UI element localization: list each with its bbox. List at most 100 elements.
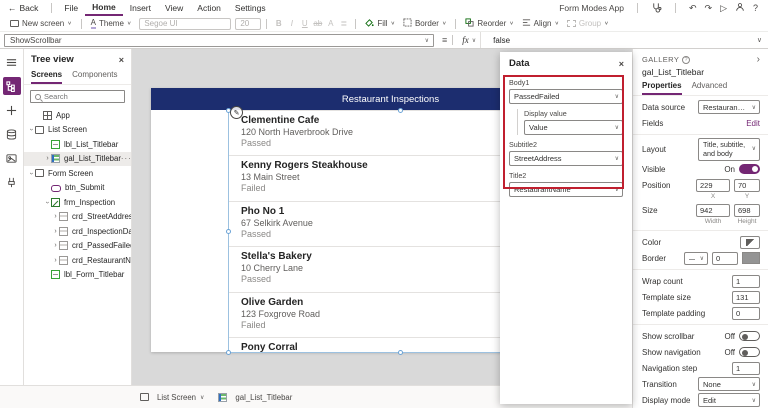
template-padding-input[interactable]: 0: [732, 306, 760, 320]
expander-icon[interactable]: [52, 242, 59, 249]
expander-icon[interactable]: [44, 155, 51, 162]
tree-tab[interactable]: Components: [72, 68, 117, 84]
bold-button[interactable]: B: [272, 19, 285, 28]
hamburger-icon[interactable]: [3, 53, 21, 71]
search-input[interactable]: [44, 92, 114, 101]
field-dropdown[interactable]: Value: [524, 120, 623, 135]
tree-row[interactable]: crd_RestaurantName: [24, 253, 131, 268]
menu-item[interactable]: Settings: [228, 1, 273, 16]
tree-row[interactable]: List Screen: [24, 123, 131, 138]
share-person-icon[interactable]: [735, 2, 745, 14]
tree-row[interactable]: crd_PassedFailed: [24, 239, 131, 254]
data-icon[interactable]: [3, 125, 21, 143]
size-width-input[interactable]: 942: [696, 203, 730, 217]
italic-button[interactable]: I: [285, 19, 298, 28]
border-button[interactable]: Border ∨: [399, 17, 450, 31]
field-dropdown[interactable]: PassedFailed: [509, 89, 623, 104]
help-icon[interactable]: ?: [753, 3, 758, 13]
selection-handle[interactable]: [226, 350, 231, 355]
show-navigation-toggle[interactable]: [739, 347, 760, 357]
border-color-swatch[interactable]: [742, 252, 760, 264]
app-checker-icon[interactable]: [651, 2, 662, 15]
tree-close-icon[interactable]: ×: [119, 55, 124, 65]
group-button[interactable]: Group ∨: [563, 17, 613, 31]
expander-icon[interactable]: [52, 257, 59, 264]
font-size-input[interactable]: 20: [235, 17, 262, 30]
info-icon[interactable]: ?: [682, 55, 691, 64]
tree-row[interactable]: lbl_List_Titlebar: [24, 137, 131, 152]
border-width-input[interactable]: 0: [712, 251, 738, 265]
fields-edit-link[interactable]: Edit: [746, 119, 760, 128]
formula-expand-icon[interactable]: ∨: [757, 36, 762, 44]
tree-row[interactable]: crd_InspectionDate: [24, 224, 131, 239]
panel-tab[interactable]: Properties: [642, 80, 682, 95]
undo-icon[interactable]: ↶: [689, 3, 697, 14]
position-y-input[interactable]: 70: [734, 178, 760, 192]
menu-item[interactable]: View: [158, 1, 190, 16]
media-icon[interactable]: [3, 149, 21, 167]
insert-icon[interactable]: [3, 101, 21, 119]
advanced-tools-icon[interactable]: [3, 173, 21, 191]
reorder-button[interactable]: Reorder ∨: [461, 17, 517, 31]
tree-row[interactable]: frm_Inspection: [24, 195, 131, 210]
field-dropdown[interactable]: StreetAddress: [509, 151, 623, 166]
edit-pencil-icon[interactable]: ✎: [230, 106, 243, 119]
formula-menu-icon[interactable]: ≡: [442, 35, 447, 45]
selection-handle[interactable]: [398, 350, 403, 355]
menu-item[interactable]: Home: [85, 1, 123, 16]
position-x-input[interactable]: 229: [696, 178, 730, 192]
selection-handle[interactable]: [398, 108, 403, 113]
panel-tab[interactable]: Advanced: [692, 80, 728, 95]
fx-button[interactable]: fx ∨: [458, 32, 482, 48]
size-height-input[interactable]: 698: [734, 203, 760, 217]
tree-search-box[interactable]: [30, 90, 125, 103]
back-button[interactable]: ← Back: [0, 3, 46, 13]
preview-play-icon[interactable]: ▷: [720, 3, 727, 14]
expander-icon[interactable]: [44, 199, 51, 206]
wrap-count-input[interactable]: 1: [732, 274, 760, 288]
transition-dropdown[interactable]: None: [698, 377, 760, 391]
theme-button[interactable]: A Theme ∨: [87, 17, 136, 31]
selection-handle[interactable]: [226, 229, 231, 234]
show-scrollbar-toggle[interactable]: [739, 331, 760, 341]
color-picker-button[interactable]: [740, 235, 760, 249]
menu-item[interactable]: File: [57, 1, 85, 16]
font-family-input[interactable]: Segoe UI: [139, 17, 232, 30]
tree-row[interactable]: lbl_Form_Titlebar: [24, 268, 131, 283]
tree-row[interactable]: crd_StreetAddress: [24, 210, 131, 225]
field-dropdown[interactable]: RestaurantName: [509, 182, 623, 197]
data-pane-close-icon[interactable]: ×: [619, 59, 624, 69]
selected-control-breadcrumb[interactable]: gal_List_Titlebar: [218, 392, 292, 402]
expander-icon[interactable]: [28, 126, 35, 133]
formula-input[interactable]: false: [493, 36, 510, 45]
template-size-input[interactable]: 131: [732, 290, 760, 304]
menu-item[interactable]: Action: [190, 1, 228, 16]
underline-button[interactable]: U: [298, 19, 311, 28]
data-source-dropdown[interactable]: Restaurant Inspectio...: [698, 100, 760, 114]
display-mode-dropdown[interactable]: Edit: [698, 393, 760, 407]
menu-item[interactable]: Insert: [123, 1, 158, 16]
text-align-button[interactable]: ≣: [337, 19, 350, 28]
font-color-button[interactable]: A: [324, 19, 337, 28]
fill-button[interactable]: Fill ∨: [361, 17, 399, 31]
border-style-dropdown[interactable]: —: [684, 251, 708, 265]
tree-row[interactable]: gal_List_Titlebar ···: [24, 151, 131, 166]
property-selector[interactable]: ShowScrollbar: [4, 33, 434, 47]
more-options-icon[interactable]: ···: [121, 154, 131, 163]
expander-icon[interactable]: [52, 213, 59, 220]
navigation-step-input[interactable]: 1: [732, 361, 760, 375]
tree-row[interactable]: btn_Submit: [24, 181, 131, 196]
visible-toggle[interactable]: [739, 164, 760, 174]
align-button[interactable]: Align ∨: [518, 17, 563, 31]
layout-dropdown[interactable]: Title, subtitle, and body: [698, 138, 760, 161]
expand-panel-icon[interactable]: ›: [757, 54, 760, 65]
expander-icon[interactable]: [28, 170, 35, 177]
tree-tab[interactable]: Screens: [31, 68, 63, 84]
redo-icon[interactable]: ↷: [705, 3, 713, 14]
screen-selector[interactable]: List Screen ∨: [140, 393, 204, 402]
new-screen-button[interactable]: New screen ∨: [6, 17, 76, 31]
tree-row[interactable]: App: [24, 108, 131, 123]
tree-view-icon[interactable]: [2, 77, 21, 95]
tree-row[interactable]: Form Screen: [24, 166, 131, 181]
expander-icon[interactable]: [52, 228, 59, 235]
